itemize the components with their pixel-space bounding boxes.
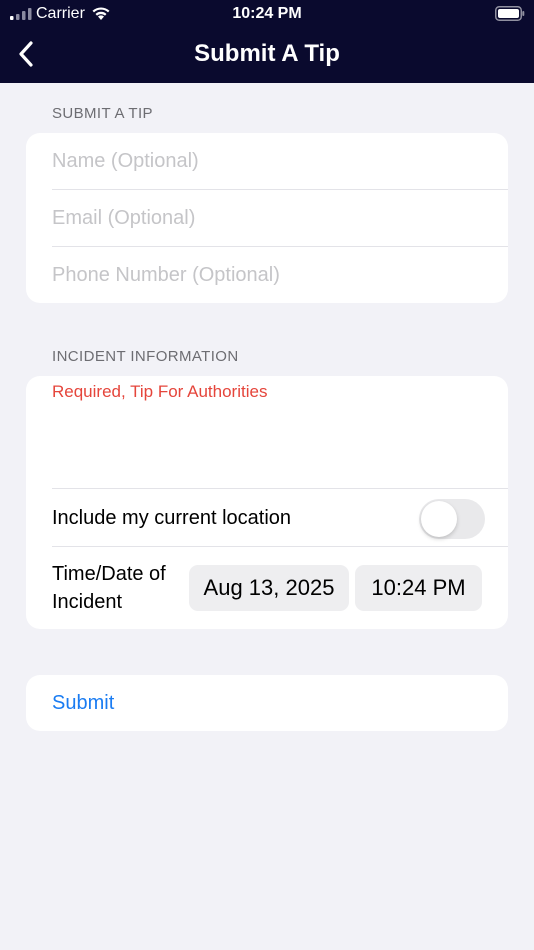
tip-text-area[interactable]: [52, 382, 482, 482]
navigation-bar: Carrier 10:24 PM Submit A Tip: [0, 0, 534, 83]
tip-text-row: [26, 376, 508, 489]
incident-card: Include my current location Time/Date of…: [26, 376, 508, 629]
phone-field[interactable]: [52, 263, 508, 287]
screen: Carrier 10:24 PM Submit A Tip SUBMIT A T…: [0, 0, 534, 950]
datetime-row: Time/Date of Incident Aug 13, 2025 10:24…: [26, 547, 508, 629]
section-header-incident-information: INCIDENT INFORMATION: [52, 348, 239, 365]
submit-card: Submit: [26, 675, 508, 731]
section-header-submit-a-tip: SUBMIT A TIP: [52, 105, 153, 122]
location-toggle[interactable]: [419, 499, 485, 539]
battery-icon: [495, 6, 525, 21]
toggle-knob: [421, 501, 457, 537]
submit-row: Submit: [26, 675, 508, 731]
contact-card: [26, 133, 508, 303]
phone-row: [26, 247, 508, 303]
time-picker-button[interactable]: 10:24 PM: [355, 565, 482, 611]
submit-button[interactable]: Submit: [52, 692, 114, 715]
location-label: Include my current location: [52, 506, 292, 529]
location-row: Include my current location: [26, 489, 508, 547]
email-field[interactable]: [52, 207, 508, 230]
page-title: Submit A Tip: [194, 40, 340, 67]
status-bar: Carrier 10:24 PM: [0, 0, 534, 28]
email-row: [26, 190, 508, 247]
name-row: [26, 133, 508, 190]
status-time: 10:24 PM: [232, 5, 302, 22]
datetime-label: Time/Date of Incident: [52, 563, 166, 613]
name-field[interactable]: [52, 150, 508, 173]
date-picker-button[interactable]: Aug 13, 2025: [189, 565, 349, 611]
